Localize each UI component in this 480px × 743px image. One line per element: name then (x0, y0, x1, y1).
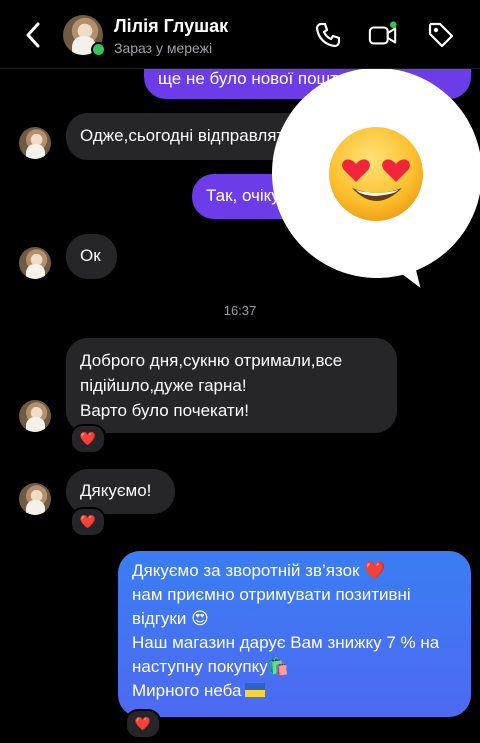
heart-icon: ❤️ (79, 514, 97, 529)
heart-icon: ❤️ (134, 716, 152, 731)
video-call-button[interactable] (368, 20, 398, 50)
avatar[interactable] (19, 400, 51, 432)
avatar[interactable] (19, 483, 51, 515)
heart-icon: ❤️ (79, 431, 97, 446)
message-line: нам приємно отримувати позитивні відгуки… (132, 585, 411, 628)
message-line: Дякуємо за зворотній зв’язок ❤️ (132, 561, 386, 580)
message-line: Варто було почекати! (80, 401, 249, 420)
emoji-reaction-overlay (272, 68, 480, 301)
heart-eyes-emoji-icon (329, 127, 423, 221)
reaction-heart[interactable]: ❤️ (70, 424, 106, 454)
reaction-heart[interactable]: ❤️ (125, 709, 161, 739)
back-button[interactable] (20, 20, 46, 50)
timestamp: 16:37 (223, 303, 257, 318)
contact-status: Зараз у мережі (114, 40, 213, 56)
message-line: Доброго дня,сукню отримали,все (80, 351, 343, 370)
reaction-heart[interactable]: ❤️ (70, 507, 106, 537)
ukraine-flag-icon (245, 683, 266, 697)
avatar[interactable] (19, 247, 51, 279)
message-text: Одже,сьогодні відправлять (80, 126, 294, 145)
message-text: Ок (80, 246, 101, 265)
online-status-indicator (91, 42, 106, 57)
incoming-message[interactable]: Доброго дня,сукню отримали,все підійшло,… (66, 338, 397, 433)
chat-thread[interactable]: ще не було нової пошти Одже,сьогодні від… (0, 0, 480, 743)
call-button[interactable] (313, 20, 343, 50)
phone-icon (315, 22, 341, 48)
message-text: Дякуємо! (80, 481, 152, 500)
message-line: підійшло,дуже гарна! (80, 376, 247, 395)
incoming-message[interactable]: Ок (66, 234, 117, 279)
message-line: Наш магазин дарує Вам знижку 7 % на наст… (132, 633, 440, 676)
chat-header: Лілія Глушак Зараз у мережі (0, 0, 480, 69)
outgoing-message[interactable]: Дякуємо за зворотній зв’язок ❤️ нам приє… (118, 551, 471, 717)
avatar[interactable] (19, 127, 51, 159)
back-chevron-icon (26, 22, 40, 48)
video-camera-icon (368, 21, 397, 45)
tag-button[interactable] (426, 20, 456, 50)
contact-name[interactable]: Лілія Глушак (114, 16, 228, 37)
tag-icon (428, 22, 454, 48)
message-line: Мирного неба (132, 679, 457, 703)
